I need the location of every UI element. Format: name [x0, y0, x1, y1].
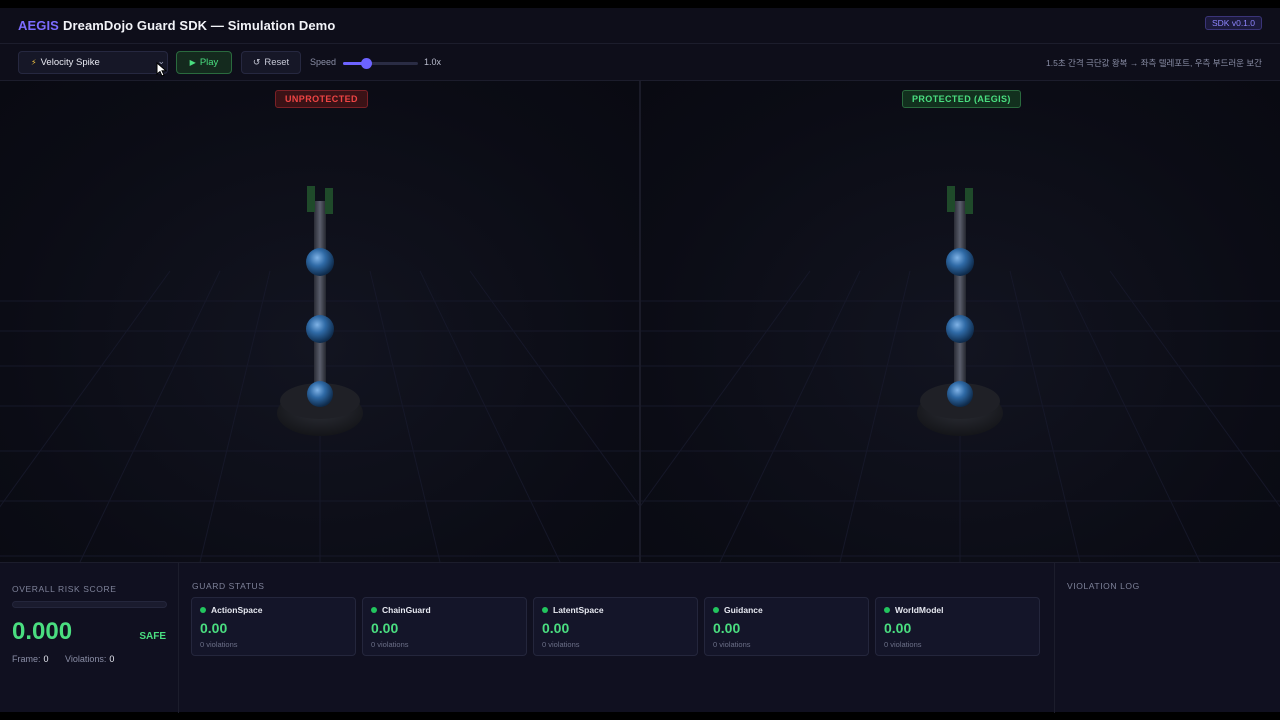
speed-value: 1.0x	[424, 57, 442, 67]
status-dot-icon	[200, 607, 206, 613]
violation-log-panel: VIOLATION LOG	[1056, 563, 1280, 713]
frame-value: 0	[43, 654, 49, 664]
app-title: DreamDojo Guard SDK — Simulation Demo	[62, 18, 336, 33]
guard-value: 0.00	[542, 620, 570, 636]
bottom-panel: OVERALL RISK SCORE 0.000 SAFE Frame: 0 Vi…	[0, 562, 1280, 713]
protected-tag: PROTECTED (AEGIS)	[902, 90, 1021, 108]
brand-name: AEGIS	[18, 18, 59, 33]
guard-name: ChainGuard	[382, 605, 431, 615]
guard-cards: ActionSpace 0.00 0 violations ChainGuard…	[191, 597, 1040, 656]
guard-card-guidance: Guidance 0.00 0 violations	[704, 597, 869, 656]
reset-button[interactable]: ↺ Reset	[241, 51, 301, 74]
guard-violations: 0 violations	[713, 640, 751, 649]
guard-violations: 0 violations	[200, 640, 238, 649]
guard-status-panel: GUARD STATUS ActionSpace 0.00 0 violatio…	[180, 563, 1055, 713]
guard-violations: 0 violations	[884, 640, 922, 649]
scenario-select[interactable]: ⚡ Velocity Spike ⌄	[18, 51, 168, 74]
guard-value: 0.00	[200, 620, 228, 636]
guard-status-label: GUARD STATUS	[192, 581, 265, 591]
mouse-cursor-icon	[156, 62, 168, 77]
guard-name: WorldModel	[895, 605, 944, 615]
scenario-hint: 1.5초 간격 극단값 왕복 → 좌측 텔레포트, 우측 부드러운 보간	[1046, 58, 1262, 68]
toolbar: ⚡ Velocity Spike ⌄ ▶ Play ↺ Reset Speed …	[0, 44, 1280, 81]
unprotected-tag: UNPROTECTED	[275, 90, 368, 108]
risk-label: OVERALL RISK SCORE	[12, 584, 117, 594]
risk-panel: OVERALL RISK SCORE 0.000 SAFE Frame: 0 Vi…	[0, 563, 179, 713]
violations-label: Violations:	[65, 654, 107, 664]
speed-slider[interactable]	[343, 58, 418, 69]
guard-card-actionspace: ActionSpace 0.00 0 violations	[191, 597, 356, 656]
status-dot-icon	[713, 607, 719, 613]
play-button[interactable]: ▶ Play	[176, 51, 232, 74]
guard-value: 0.00	[884, 620, 912, 636]
guard-name: LatentSpace	[553, 605, 604, 615]
guard-name: Guidance	[724, 605, 763, 615]
unprotected-viewport[interactable]: UNPROTECTED	[0, 81, 640, 562]
bolt-icon: ⚡	[31, 58, 37, 67]
status-dot-icon	[884, 607, 890, 613]
risk-score: 0.000	[12, 618, 73, 645]
guard-card-chainguard: ChainGuard 0.00 0 violations	[362, 597, 527, 656]
guard-violations: 0 violations	[371, 640, 409, 649]
play-icon: ▶	[189, 58, 196, 67]
guard-name: ActionSpace	[211, 605, 263, 615]
risk-meta: Frame: 0 Violations: 0	[12, 654, 128, 664]
guard-card-latentspace: LatentSpace 0.00 0 violations	[533, 597, 698, 656]
violation-log-label: VIOLATION LOG	[1067, 581, 1140, 591]
risk-state: SAFE	[139, 631, 166, 642]
reset-icon: ↺	[252, 57, 261, 67]
guard-violations: 0 violations	[542, 640, 580, 649]
scenario-selected-value: Velocity Spike	[40, 57, 100, 68]
status-dot-icon	[542, 607, 548, 613]
header: AEGIS DreamDojo Guard SDK — Simulation De…	[0, 8, 1280, 44]
risk-bar	[12, 601, 167, 608]
reset-button-label: Reset	[264, 57, 290, 68]
version-badge: SDK v0.1.0	[1205, 16, 1262, 30]
guard-value: 0.00	[371, 620, 399, 636]
guard-card-worldmodel: WorldModel 0.00 0 violations	[875, 597, 1040, 656]
play-button-label: Play	[199, 57, 219, 68]
protected-viewport[interactable]: PROTECTED (AEGIS)	[641, 81, 1280, 562]
app-window: AEGIS DreamDojo Guard SDK — Simulation De…	[0, 8, 1280, 713]
robot-arm-unprotected	[277, 186, 363, 436]
speed-slider-thumb[interactable]	[360, 58, 372, 69]
page-title: AEGIS DreamDojo Guard SDK — Simulation De…	[18, 18, 335, 33]
robot-arm-protected	[917, 186, 1003, 436]
status-dot-icon	[371, 607, 377, 613]
guard-value: 0.00	[713, 620, 741, 636]
speed-label: Speed	[310, 57, 337, 67]
frame-label: Frame:	[12, 654, 41, 664]
violations-value: 0	[109, 654, 115, 664]
